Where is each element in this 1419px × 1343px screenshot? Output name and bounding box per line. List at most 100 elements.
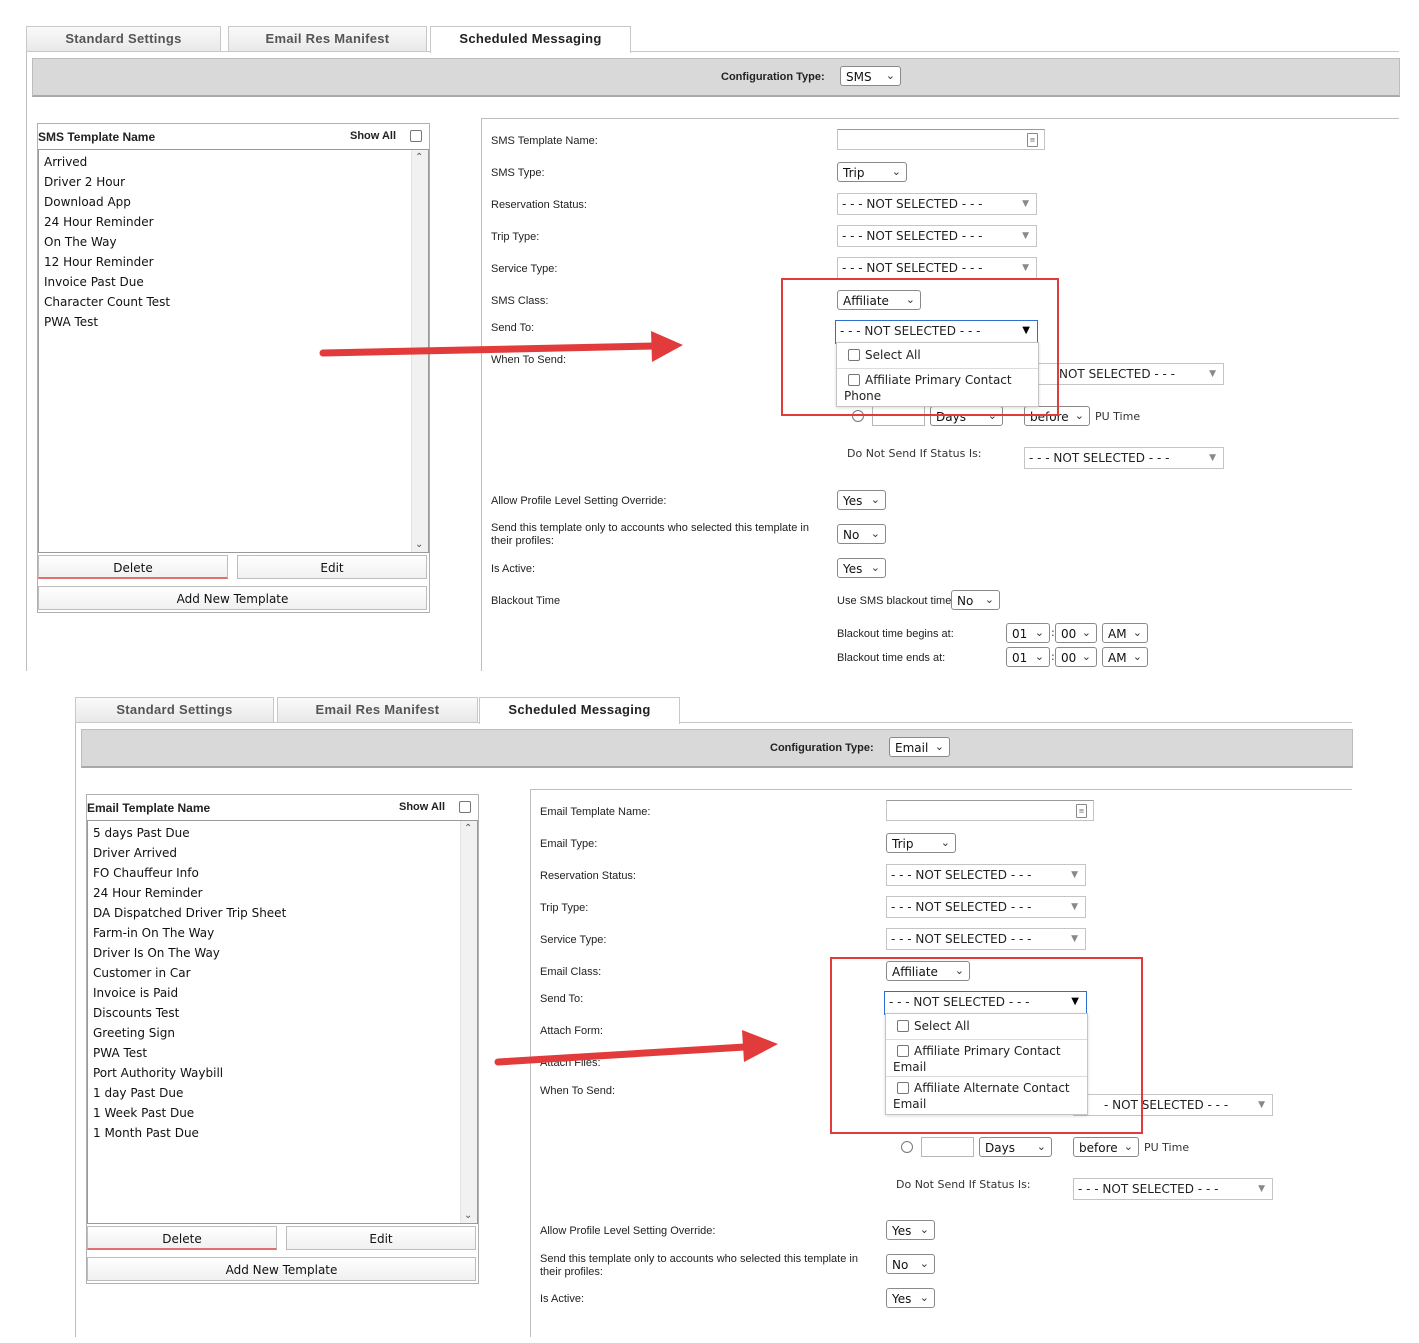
delete-button[interactable]: Delete bbox=[87, 1226, 277, 1250]
reservation-status-select[interactable]: - - - NOT SELECTED - - - ▼ bbox=[886, 864, 1086, 886]
class-label: SMS Class: bbox=[491, 295, 549, 307]
list-item[interactable]: 12 Hour Reminder bbox=[44, 255, 154, 269]
begins-minute-select[interactable]: 00 ⌄ bbox=[1055, 623, 1097, 643]
list-item[interactable]: Download App bbox=[44, 195, 131, 209]
config-type-select[interactable]: Email ⌄ bbox=[889, 737, 950, 757]
trip-type-select[interactable]: - - - NOT SELECTED - - - ▼ bbox=[837, 225, 1037, 247]
reservation-status-select[interactable]: - - - NOT SELECTED - - - ▼ bbox=[837, 193, 1037, 215]
type-select[interactable]: Trip ⌄ bbox=[837, 162, 907, 182]
tab-email-res-manifest[interactable]: Email Res Manifest bbox=[277, 697, 478, 722]
template-name-input[interactable]: ≡ bbox=[837, 129, 1045, 150]
edit-button[interactable]: Edit bbox=[286, 1226, 476, 1250]
list-item[interactable]: Farm-in On The Way bbox=[93, 926, 214, 940]
list-item[interactable]: Discounts Test bbox=[93, 1006, 179, 1020]
list-item[interactable]: 1 Month Past Due bbox=[93, 1126, 199, 1140]
highlight-box bbox=[781, 278, 1059, 416]
type-select[interactable]: Trip ⌄ bbox=[886, 833, 956, 853]
delete-button[interactable]: Delete bbox=[38, 555, 228, 579]
tab-email-res-manifest[interactable]: Email Res Manifest bbox=[228, 26, 427, 51]
list-item[interactable]: 1 Week Past Due bbox=[93, 1106, 194, 1120]
only-accounts-value: No bbox=[892, 1258, 909, 1272]
allow-override-value: Yes bbox=[892, 1224, 912, 1238]
chevron-down-icon: ⌄ bbox=[934, 740, 944, 753]
pu-time-label: PU Time bbox=[1144, 1141, 1190, 1154]
add-new-template-button[interactable]: Add New Template bbox=[87, 1257, 476, 1281]
list-item[interactable]: Greeting Sign bbox=[93, 1026, 175, 1040]
list-item[interactable]: Invoice is Paid bbox=[93, 986, 178, 1000]
tab-scheduled-messaging[interactable]: Scheduled Messaging bbox=[479, 697, 680, 724]
when-radio[interactable] bbox=[901, 1141, 913, 1153]
chevron-down-icon: ⌄ bbox=[919, 1223, 929, 1236]
list-item[interactable]: Customer in Car bbox=[93, 966, 191, 980]
allow-override-select[interactable]: Yes ⌄ bbox=[837, 490, 886, 510]
list-item[interactable]: FO Chauffeur Info bbox=[93, 866, 199, 880]
only-accounts-select[interactable]: No ⌄ bbox=[837, 524, 886, 544]
show-all-checkbox[interactable] bbox=[459, 801, 471, 813]
list-scrollbar[interactable]: ⌃ ⌄ bbox=[460, 821, 477, 1223]
list-item[interactable]: Port Authority Waybill bbox=[93, 1066, 223, 1080]
is-active-label: Is Active: bbox=[491, 563, 536, 575]
only-accounts-label: Send this template only to accounts who … bbox=[491, 522, 809, 547]
do-not-send-select[interactable]: - - - NOT SELECTED - - - ▼ bbox=[1073, 1178, 1273, 1200]
scroll-down-icon[interactable]: ⌄ bbox=[464, 1210, 472, 1221]
triangle-down-icon: ▼ bbox=[1071, 870, 1078, 880]
use-blackout-select[interactable]: No ⌄ bbox=[951, 590, 1000, 610]
list-item[interactable]: On The Way bbox=[44, 235, 117, 249]
list-item[interactable]: 24 Hour Reminder bbox=[93, 886, 203, 900]
config-type-select[interactable]: SMS ⌄ bbox=[840, 66, 901, 86]
add-new-template-button[interactable]: Add New Template bbox=[38, 586, 427, 610]
is-active-select[interactable]: Yes ⌄ bbox=[837, 558, 886, 578]
tab-divider bbox=[630, 51, 1399, 52]
days-value: Days bbox=[985, 1141, 1015, 1155]
hour-value: 01 bbox=[1012, 627, 1028, 641]
list-item[interactable]: PWA Test bbox=[44, 315, 98, 329]
tab-standard-settings[interactable]: Standard Settings bbox=[26, 26, 221, 51]
list-item[interactable]: 24 Hour Reminder bbox=[44, 215, 154, 229]
only-accounts-select[interactable]: No ⌄ bbox=[886, 1254, 935, 1274]
do-not-send-select[interactable]: - - - NOT SELECTED - - - ▼ bbox=[1024, 447, 1224, 469]
list-item[interactable]: Driver 2 Hour bbox=[44, 175, 125, 189]
allow-override-select[interactable]: Yes ⌄ bbox=[886, 1220, 935, 1240]
days-count-input[interactable] bbox=[921, 1137, 974, 1157]
scroll-up-icon[interactable]: ⌃ bbox=[464, 823, 472, 834]
type-label: Email Type: bbox=[540, 838, 598, 850]
tab-divider bbox=[75, 722, 479, 723]
use-blackout-label: Use SMS blackout time: bbox=[837, 595, 955, 607]
tab-standard-settings[interactable]: Standard Settings bbox=[75, 697, 274, 722]
tab-scheduled-messaging[interactable]: Scheduled Messaging bbox=[430, 26, 631, 53]
list-item[interactable]: Character Count Test bbox=[44, 295, 170, 309]
edit-button[interactable]: Edit bbox=[237, 555, 427, 579]
scroll-down-icon[interactable]: ⌄ bbox=[415, 539, 423, 550]
list-item[interactable]: Invoice Past Due bbox=[44, 275, 144, 289]
show-all-checkbox[interactable] bbox=[410, 130, 422, 142]
show-all-label: Show All bbox=[350, 130, 397, 142]
chevron-down-icon: ⌄ bbox=[870, 493, 880, 506]
type-value: Trip bbox=[892, 837, 914, 851]
service-type-select[interactable]: - - - NOT SELECTED - - - ▼ bbox=[837, 257, 1037, 279]
list-item[interactable]: DA Dispatched Driver Trip Sheet bbox=[93, 906, 286, 920]
begins-hour-select[interactable]: 01 ⌄ bbox=[1006, 623, 1050, 643]
list-item[interactable]: Driver Is On The Way bbox=[93, 946, 220, 960]
ends-ampm-select[interactable]: AM ⌄ bbox=[1102, 647, 1148, 667]
red-arrow-annotation bbox=[319, 331, 683, 362]
list-item[interactable]: PWA Test bbox=[93, 1046, 147, 1060]
before-select[interactable]: before ⌄ bbox=[1073, 1137, 1139, 1157]
list-item[interactable]: Driver Arrived bbox=[93, 846, 177, 860]
ends-hour-select[interactable]: 01 ⌄ bbox=[1006, 647, 1050, 667]
days-select[interactable]: Days ⌄ bbox=[979, 1137, 1052, 1157]
reservation-status-label: Reservation Status: bbox=[491, 199, 587, 211]
is-active-value: Yes bbox=[843, 562, 863, 576]
trip-type-select[interactable]: - - - NOT SELECTED - - - ▼ bbox=[886, 896, 1086, 918]
service-type-label: Service Type: bbox=[491, 263, 558, 275]
list-item[interactable]: Arrived bbox=[44, 155, 87, 169]
template-list[interactable]: 5 days Past Due Driver Arrived FO Chauff… bbox=[87, 820, 478, 1224]
scroll-up-icon[interactable]: ⌃ bbox=[415, 152, 423, 163]
list-item[interactable]: 5 days Past Due bbox=[93, 826, 190, 840]
service-type-select[interactable]: - - - NOT SELECTED - - - ▼ bbox=[886, 928, 1086, 950]
is-active-select[interactable]: Yes ⌄ bbox=[886, 1288, 935, 1308]
begins-ampm-select[interactable]: AM ⌄ bbox=[1102, 623, 1148, 643]
template-name-input[interactable]: ≡ bbox=[886, 800, 1094, 821]
triangle-down-icon: ▼ bbox=[1209, 369, 1216, 379]
list-item[interactable]: 1 day Past Due bbox=[93, 1086, 183, 1100]
ends-minute-select[interactable]: 00 ⌄ bbox=[1055, 647, 1097, 667]
